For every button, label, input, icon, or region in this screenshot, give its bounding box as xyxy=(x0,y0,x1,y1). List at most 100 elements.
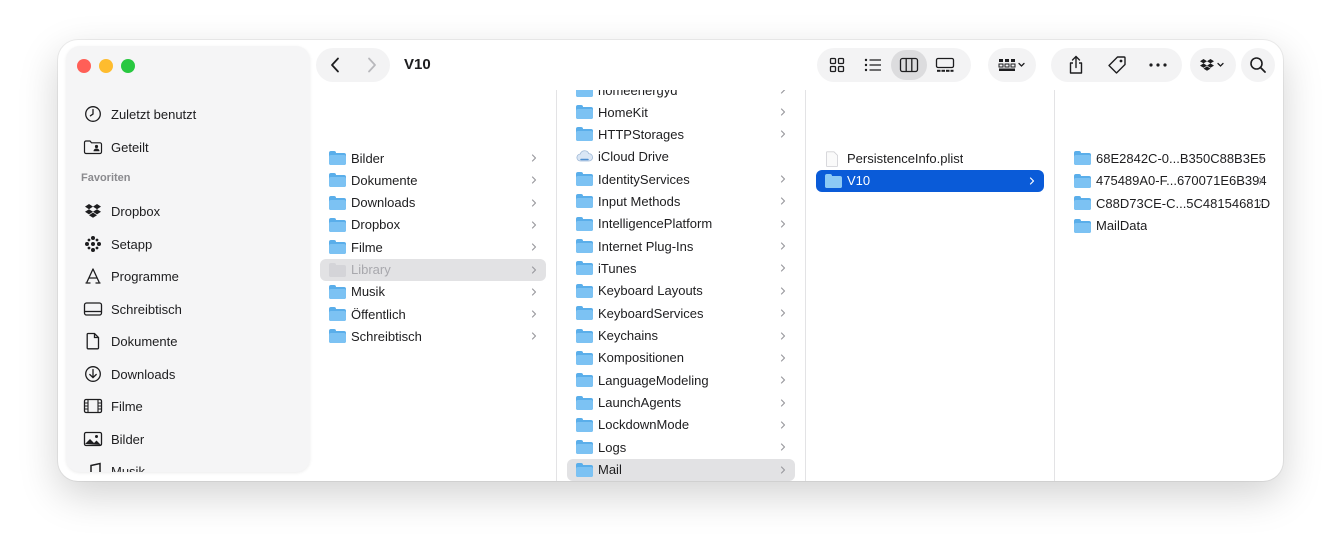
list-item[interactable]: HTTPStorages xyxy=(567,123,795,145)
list-item[interactable]: 475489A0-F...670071E6B394 xyxy=(1065,170,1273,192)
chevron-right-icon xyxy=(1258,199,1264,207)
item-label: Downloads xyxy=(351,195,416,211)
item-icon xyxy=(576,373,593,388)
more-button[interactable] xyxy=(1140,50,1176,80)
group-by-button[interactable] xyxy=(988,48,1036,82)
list-item[interactable]: homeenergyd xyxy=(567,90,795,101)
item-icon xyxy=(329,195,346,210)
list-item[interactable]: Internet Plug-Ins xyxy=(567,235,795,257)
list-item[interactable]: Öffentlich xyxy=(320,303,546,325)
chevron-right-icon xyxy=(780,264,786,273)
item-label: Mail xyxy=(598,462,622,478)
icon-view-button[interactable] xyxy=(819,50,855,80)
chevron-right-icon xyxy=(531,154,537,162)
list-item[interactable]: PersistenceInfo.plist xyxy=(816,147,1044,169)
list-item[interactable]: LockdownMode xyxy=(567,414,795,436)
clock-icon xyxy=(83,104,103,124)
list-item[interactable]: Schreibtisch xyxy=(320,325,546,347)
list-item[interactable]: iTunes xyxy=(567,257,795,279)
chevron-right-icon xyxy=(780,108,786,116)
item-icon xyxy=(1074,218,1091,233)
tag-button[interactable] xyxy=(1099,50,1135,80)
share-button[interactable] xyxy=(1058,50,1094,80)
item-icon xyxy=(576,216,593,231)
item-icon xyxy=(576,328,593,343)
list-item[interactable]: LanguageModeling xyxy=(567,369,795,391)
item-icon xyxy=(329,240,346,255)
list-item[interactable]: Kompositionen xyxy=(567,347,795,369)
tag-icon xyxy=(1107,56,1126,74)
list-item[interactable]: LaunchAgents xyxy=(567,392,795,414)
list-view-button[interactable] xyxy=(855,50,891,80)
list-item[interactable]: HomeKit xyxy=(567,101,795,123)
list-item[interactable]: Downloads xyxy=(320,192,546,214)
sidebar-item-applications[interactable]: Programme xyxy=(83,264,179,288)
sidebar-item-dropbox[interactable]: Dropbox xyxy=(83,199,160,223)
back-button[interactable] xyxy=(316,48,353,82)
list-item[interactable]: KeyboardServices xyxy=(567,302,795,324)
column-view-icon xyxy=(899,57,919,73)
item-label: 475489A0-F...670071E6B394 xyxy=(1096,173,1267,188)
gallery-view-button[interactable] xyxy=(927,50,963,80)
share-icon xyxy=(1069,55,1082,74)
sidebar-item-shared[interactable]: Geteilt xyxy=(83,135,149,159)
list-item[interactable]: Logs xyxy=(567,436,795,458)
minimize-window-button[interactable] xyxy=(99,59,113,73)
list-item[interactable]: Filme xyxy=(320,236,546,258)
finder-window: Zuletzt benutzt Geteilt Favoriten Dropbo… xyxy=(58,40,1283,481)
sidebar-item-pictures[interactable]: Bilder xyxy=(83,427,144,451)
list-item[interactable]: Library xyxy=(320,258,546,281)
item-label: Logs xyxy=(598,439,627,455)
item-icon xyxy=(576,194,593,209)
chevron-right-icon xyxy=(780,90,786,94)
sidebar-item-movies[interactable]: Filme xyxy=(83,394,143,418)
sidebar-item-documents[interactable]: Dokumente xyxy=(83,329,177,353)
chevron-right-icon xyxy=(780,398,786,407)
list-item[interactable]: Musik xyxy=(320,281,546,303)
list-item[interactable]: Dropbox xyxy=(320,214,546,236)
sidebar-item-setapp[interactable]: Setapp xyxy=(83,232,152,256)
item-label: C88D73CE-C...5C48154681D xyxy=(1096,195,1271,211)
item-label: iCloud Drive xyxy=(598,149,669,165)
zoom-window-button[interactable] xyxy=(121,59,135,73)
list-item[interactable]: 68E2842C-0...B350C88B3E5 xyxy=(1065,147,1273,169)
chevron-right-icon xyxy=(780,309,786,317)
item-label: V10 xyxy=(847,173,871,188)
list-item[interactable]: MailData xyxy=(1065,215,1273,237)
item-label: KeyboardServices xyxy=(598,305,704,321)
list-item[interactable]: Keyboard Layouts xyxy=(567,280,795,302)
forward-button[interactable] xyxy=(353,48,390,82)
search-button[interactable] xyxy=(1241,48,1275,82)
item-icon xyxy=(825,151,842,167)
close-window-button[interactable] xyxy=(77,59,91,73)
chevron-right-icon xyxy=(780,354,786,362)
sidebar-item-music[interactable]: Musik xyxy=(83,459,145,472)
item-icon xyxy=(576,261,593,276)
list-item[interactable]: Input Methods xyxy=(567,190,795,212)
list-item[interactable]: IntelligencePlatform xyxy=(567,213,795,235)
item-icon xyxy=(576,283,593,298)
list-item[interactable]: Dokumente xyxy=(320,169,546,191)
list-view-icon xyxy=(864,58,881,72)
column-view-button[interactable] xyxy=(891,50,927,80)
item-label: LaunchAgents xyxy=(598,395,682,411)
sidebar-item-recents[interactable]: Zuletzt benutzt xyxy=(83,102,196,126)
list-item[interactable]: Bilder xyxy=(320,147,546,169)
list-item[interactable]: Keychains xyxy=(567,325,795,347)
list-item[interactable]: Mail xyxy=(567,458,795,481)
film-icon xyxy=(83,396,103,416)
sidebar-item-desktop[interactable]: Schreibtisch xyxy=(83,297,182,321)
list-item[interactable]: IdentityServices xyxy=(567,168,795,190)
chevron-right-icon xyxy=(780,130,786,138)
list-item[interactable]: C88D73CE-C...5C48154681D xyxy=(1065,192,1273,214)
actions-group xyxy=(1051,48,1182,82)
list-item[interactable]: iCloud Drive xyxy=(567,146,795,168)
list-item[interactable]: V10 xyxy=(816,169,1044,192)
sidebar-item-downloads[interactable]: Downloads xyxy=(83,362,175,386)
dropbox-menu-button[interactable] xyxy=(1190,48,1236,82)
group-by-icon xyxy=(998,59,1025,71)
item-icon xyxy=(329,262,346,277)
column-home: Bilder Dokumente Downloads Dropbox Filme Libr… xyxy=(310,90,557,481)
sidebar-item-label: Schreibtisch xyxy=(111,301,182,317)
column-v10: 68E2842C-0...B350C88B3E5 475489A0-F...670… xyxy=(1055,90,1283,481)
